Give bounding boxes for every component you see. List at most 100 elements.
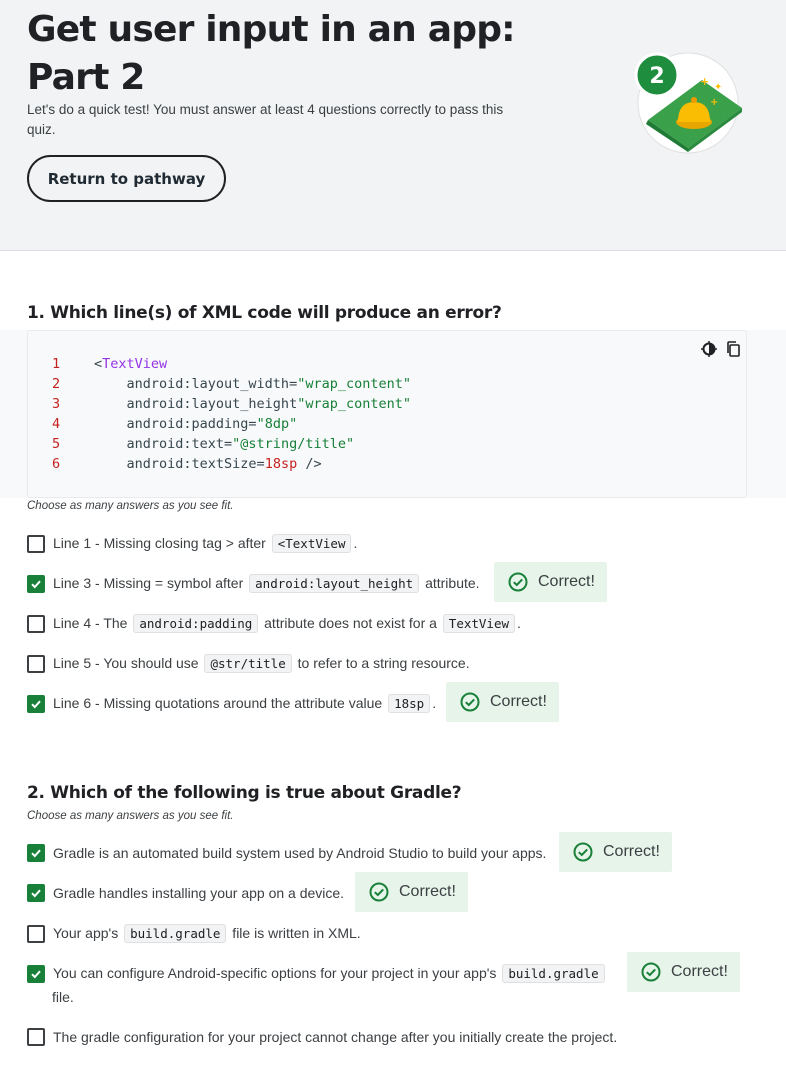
answer-option: Your app's build.gradle file is written … [27,923,361,944]
answer-text-part: to refer to a string resource. [293,655,470,671]
answer-option: Gradle is an automated build system used… [27,843,546,863]
correct-label: Correct! [603,843,660,860]
checkbox-checked[interactable] [27,574,45,593]
answer-text-part: . [432,695,437,711]
inline-code: TextView [442,614,516,633]
answer-text-part: Line 6 - Missing quotations around the a… [53,695,387,711]
answer-text: You can configure Android-specific optio… [53,963,607,984]
code-token: "@string/title" [232,436,355,452]
answer-text: Gradle handles installing your app on a … [53,883,344,903]
checkbox-unchecked[interactable] [27,534,45,553]
answer-text-part: You can configure Android-specific optio… [53,965,501,981]
answer-option: Gradle handles installing your app on a … [27,883,344,903]
checkbox-checked[interactable] [27,844,45,862]
answer-text-part: . [353,535,358,551]
page-title-line-1: Get user input in an app: [27,9,516,50]
checkbox-checked[interactable] [27,694,45,713]
correct-label: Correct! [399,883,456,900]
checkbox-checked[interactable] [27,884,45,902]
answer-text-part: Line 1 - Missing closing tag > after [53,535,270,551]
svg-text:✦: ✦ [714,82,722,93]
question-2-instructions: Choose as many answers as you see fit. [27,810,234,822]
inline-code: @str/title [204,654,292,673]
correct-label: Correct! [490,693,547,710]
code-token: 18sp [264,456,298,472]
inline-code: build.gradle [502,964,605,983]
inline-code: <TextView [271,534,352,553]
svg-text:+: + [710,97,718,108]
code-toolbar [700,340,742,358]
check-circle-icon [573,842,593,862]
code-token: < [94,356,103,372]
quiz-header: Get user input in an app: Part 2 Let's d… [0,0,786,251]
answer-option: Line 6 - Missing quotations around the a… [27,693,436,714]
check-circle-icon [508,572,528,592]
correct-feedback: Correct! [446,682,559,722]
svg-text:2: 2 [649,64,664,89]
line-number: 6 [52,456,61,472]
answer-text-part: The gradle configuration for your projec… [53,1029,618,1045]
code-line: 3 android:layout_height"wrap_content" [52,394,411,414]
copy-icon[interactable] [724,340,742,358]
code-line: 2 android:layout_width="wrap_content" [52,374,411,394]
answer-text-part: . [517,615,521,631]
answer-text-part: Gradle is an automated build system used… [53,845,547,861]
correct-feedback: Correct! [627,952,740,992]
code-token: TextView [102,356,168,372]
inline-code: build.gradle [124,924,227,943]
page-title-line-2: Part 2 [27,57,145,98]
answer-text: Line 3 - Missing = symbol after android:… [53,573,480,594]
answer-text-part: Your app's [53,925,123,941]
check-circle-icon [460,692,480,712]
answer-text: The gradle configuration for your projec… [53,1027,617,1047]
checkbox-checked[interactable] [27,964,45,983]
answer-option: The gradle configuration for your projec… [27,1027,617,1047]
answer-text-part: Gradle handles installing your app on a … [53,885,345,901]
correct-label: Correct! [538,573,595,590]
answer-option: Line 5 - You should use @str/title to re… [27,653,470,674]
code-line: 5 android:text="@string/title" [52,434,354,454]
page-title: Get user input in an app: Part 2 [27,6,587,102]
check-circle-icon [369,882,389,902]
brightness-icon[interactable] [700,340,718,358]
correct-label: Correct! [671,963,728,980]
line-number: 2 [52,376,61,392]
code-token: "wrap_content" [297,376,411,392]
correct-feedback: Correct! [559,832,672,872]
answer-text-part: Line 3 - Missing = symbol after [53,575,248,591]
answer-text-part: attribute does not exist for a [260,615,441,631]
return-to-pathway-button[interactable]: Return to pathway [27,155,226,202]
inline-code: android:layout_height [249,574,420,593]
checkbox-unchecked[interactable] [27,924,45,943]
inline-code: 18sp [388,694,431,713]
quiz-badge-icon: + ✦ + 2 [634,52,742,154]
answer-text-part: Line 5 - You should use [53,655,203,671]
code-line: 6 android:textSize=18sp /> [52,454,322,474]
answer-option: Line 4 - The android:padding attribute d… [27,613,521,634]
answer-text: Line 5 - You should use @str/title to re… [53,653,470,674]
answer-text: Line 4 - The android:padding attribute d… [53,613,521,634]
code-token: "8dp" [256,416,298,432]
answer-text-part: attribute. [421,575,480,591]
answer-text: Line 6 - Missing quotations around the a… [53,693,436,714]
line-number: 5 [52,436,61,452]
checkbox-unchecked[interactable] [27,614,45,633]
line-number: 4 [52,416,61,432]
checkbox-unchecked[interactable] [27,1028,45,1046]
line-number: 3 [52,396,61,412]
code-line: 1 <TextView [52,354,167,374]
answer-option: Line 3 - Missing = symbol after android:… [27,573,480,594]
code-token: android:layout_height [94,396,298,412]
answer-text: Line 1 - Missing closing tag > after <Te… [53,533,357,554]
quiz-description: Let's do a quick test! You must answer a… [27,102,504,137]
check-circle-icon [641,962,661,982]
checkbox-unchecked[interactable] [27,654,45,673]
answer-text: Gradle is an automated build system used… [53,843,546,863]
line-number: 1 [52,356,61,372]
answer-text-part: Line 4 - The [53,615,132,631]
code-token: android:text= [94,436,233,452]
answer-text-part: file is written in XML. [228,925,361,941]
inline-code: android:padding [133,614,259,633]
code-token: android:layout_width= [94,376,298,392]
answer-option: Line 1 - Missing closing tag > after <Te… [27,533,357,554]
